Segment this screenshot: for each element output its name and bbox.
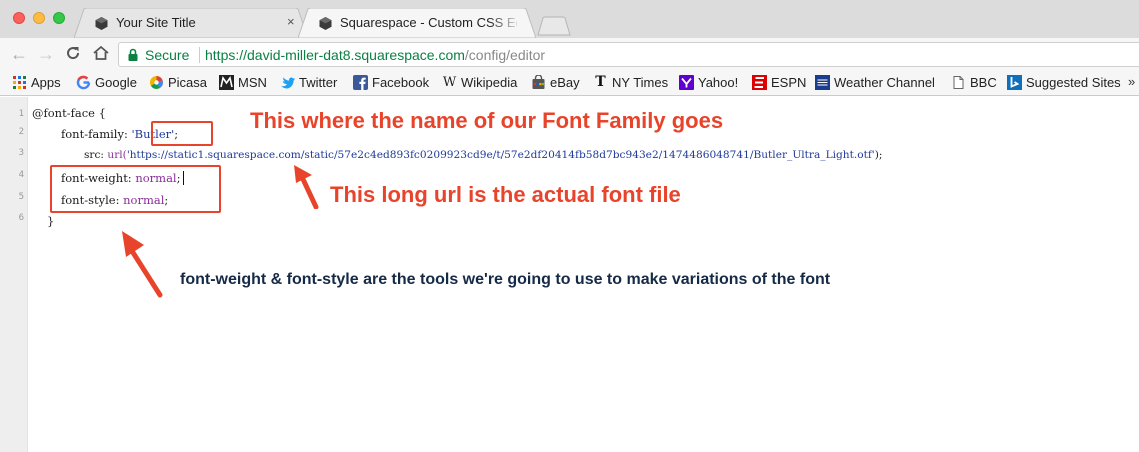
lock-icon: [128, 48, 138, 61]
code-line-6[interactable]: }: [47, 214, 54, 228]
window-minimize-button[interactable]: [33, 12, 45, 24]
facebook-icon: [353, 75, 368, 90]
bookmark-label: Yahoo!: [698, 75, 739, 90]
window-maximize-button[interactable]: [53, 12, 65, 24]
page-icon: [953, 76, 964, 89]
bookmark-label: Google: [95, 75, 137, 90]
closing-paren: );: [874, 149, 883, 161]
bookmark-label: ESPN: [771, 75, 807, 90]
line-number: 2: [18, 127, 24, 137]
url-text[interactable]: https://david-miller-dat8.squarespace.co…: [205, 47, 545, 63]
line-number: 5: [18, 192, 24, 202]
weather-channel-icon: [815, 75, 830, 90]
bookmark-label: eBay: [550, 75, 580, 90]
url-origin: https://david-miller-dat8.squarespace.co…: [205, 47, 465, 63]
squarespace-logo-icon: [319, 17, 332, 30]
browser-toolbar: ← → Secure https://david-miller-dat8.squ…: [0, 38, 1139, 71]
line-number-gutter: 1 2 3 4 5 6: [0, 97, 28, 452]
bookmarks-overflow-icon[interactable]: »: [1128, 74, 1135, 89]
closing-brace: }: [47, 214, 55, 228]
css-editor[interactable]: 1 2 3 4 5 6 @font-face { font-family: 'B…: [0, 97, 1139, 452]
yahoo-icon: [679, 75, 694, 90]
tab-close-icon[interactable]: ×: [287, 14, 295, 29]
line-number: 3: [18, 148, 24, 158]
at-rule: @font-face {: [32, 106, 106, 120]
url-path: /config/editor: [464, 47, 546, 63]
annotation-font-family: This where the name of our Font Family g…: [250, 108, 724, 133]
reload-icon[interactable]: [64, 44, 82, 62]
secure-label: Secure: [145, 47, 190, 63]
forward-arrow-icon[interactable]: →: [37, 44, 55, 64]
bookmark-label: Wikipedia: [461, 75, 518, 90]
line-number: 4: [18, 170, 24, 180]
arrow-to-url-icon: [294, 165, 319, 209]
espn-icon: [752, 75, 767, 90]
tab-custom-css-editor[interactable]: Squarespace - Custom CSS Ed: [298, 8, 536, 38]
bookmark-label: BBC: [970, 75, 997, 90]
address-separator: [199, 47, 200, 63]
bookmark-label: Twitter: [299, 75, 338, 90]
bookmark-label: NY Times: [612, 75, 669, 90]
tab-your-site-title[interactable]: Your Site Title ×: [74, 8, 308, 38]
tab-title-fade: [488, 14, 522, 34]
home-icon[interactable]: [92, 44, 110, 62]
code-line-1[interactable]: @font-face {: [32, 106, 106, 120]
line-number: 6: [18, 213, 24, 223]
msn-icon: [219, 75, 234, 90]
bookmark-label: Facebook: [372, 75, 430, 90]
tab-title: Your Site Title: [116, 15, 196, 30]
bookmark-label: Suggested Sites: [1026, 75, 1121, 90]
bookmark-label: Weather Channel: [834, 75, 935, 90]
bing-icon: [1007, 75, 1022, 90]
arrow-to-weight-style-icon: [122, 231, 163, 298]
bookmarks-bar: Apps Google Picasa MSN Twitter Facebook …: [0, 71, 1139, 96]
highlight-box-weight-style: [50, 165, 221, 213]
wikipedia-icon: W: [442, 75, 457, 90]
code-line-3[interactable]: src: url('https://static1.squarespace.co…: [84, 149, 882, 161]
squarespace-logo-icon: [95, 17, 108, 30]
google-icon: [76, 75, 91, 90]
css-property: font-family:: [61, 127, 128, 141]
new-tab-button[interactable]: [537, 16, 571, 36]
line-number: 1: [18, 109, 24, 119]
window-close-button[interactable]: [13, 12, 25, 24]
address-bar[interactable]: Secure https://david-miller-dat8.squares…: [118, 42, 1139, 67]
annotation-weight-style: font-weight & font-style are the tools w…: [180, 271, 831, 288]
css-string-value: 'https://static1.squarespace.com/static/…: [126, 149, 875, 161]
bookmark-label: Picasa: [168, 75, 208, 90]
css-property: src:: [84, 149, 105, 161]
picasa-icon: [150, 76, 163, 89]
tab-strip: Your Site Title × Squarespace - Custom C…: [0, 0, 1139, 38]
twitter-icon: [281, 77, 295, 89]
annotation-url: This long url is the actual font file: [330, 182, 681, 207]
ebay-icon: [532, 75, 545, 89]
highlight-box-font-family: [151, 121, 213, 146]
bookmark-label: MSN: [238, 75, 267, 90]
back-arrow-icon[interactable]: ←: [10, 44, 28, 64]
apps-grid-icon: [13, 76, 26, 89]
bookmark-label: Apps: [31, 75, 61, 90]
nytimes-icon: T: [595, 74, 606, 90]
css-function: url(: [107, 149, 127, 161]
